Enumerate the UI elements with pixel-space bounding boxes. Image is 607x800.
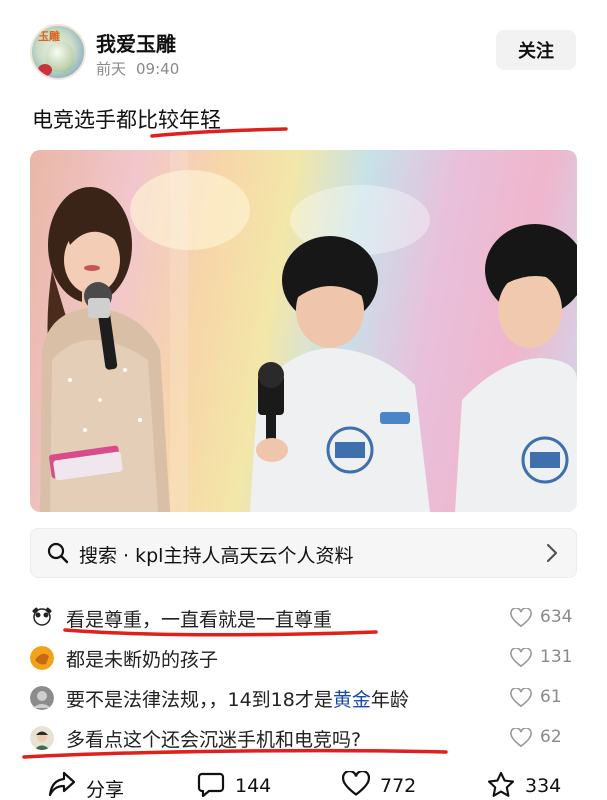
- comment-text: 都是未断奶的孩子: [66, 649, 219, 671]
- post-timestamp: 前天 09:40: [96, 58, 189, 79]
- highlighted-keyword[interactable]: 黄金: [333, 689, 371, 711]
- comment-button[interactable]: 144: [197, 771, 297, 800]
- heart-icon[interactable]: [510, 688, 532, 708]
- comment-underline-annotation: [22, 748, 448, 759]
- author-name[interactable]: 我爱玉雕: [96, 28, 176, 57]
- comment-item[interactable]: 都是未断奶的孩子 131: [30, 641, 577, 675]
- follow-button[interactable]: 关注: [496, 30, 576, 70]
- post-action-bar: 分享 144 772 334: [0, 765, 607, 800]
- like-count: 772: [380, 775, 417, 797]
- search-icon: [47, 542, 69, 564]
- favorite-count: 334: [525, 775, 562, 797]
- comment-item[interactable]: 要不是法律法规，，14到18才是黄金年龄 61: [30, 681, 577, 715]
- commenter-avatar[interactable]: [30, 646, 54, 670]
- post-header: 玉雕 我爱玉雕 前天 09:40 关注: [0, 0, 607, 95]
- commenter-avatar[interactable]: [30, 606, 54, 630]
- comment-text: 要不是法律法规，，14到18才是黄金年龄: [66, 689, 409, 711]
- comment-icon: [197, 772, 225, 797]
- comment-like-count: 62: [540, 727, 562, 747]
- share-label: 分享: [86, 779, 125, 800]
- post-date: 前天: [96, 60, 127, 78]
- heart-icon: [342, 771, 370, 796]
- star-icon: [487, 771, 515, 797]
- photo-illustration: [40, 150, 577, 512]
- comment-like-count: 61: [540, 687, 562, 707]
- share-icon: [48, 771, 76, 797]
- heart-icon[interactable]: [510, 608, 532, 628]
- share-button[interactable]: 分享: [48, 771, 148, 800]
- author-avatar[interactable]: 玉雕: [30, 24, 86, 80]
- comment-underline-annotation: [63, 628, 378, 637]
- comment-count: 144: [235, 775, 272, 797]
- like-button[interactable]: 772: [342, 771, 442, 800]
- title-underline-annotation: [150, 127, 288, 138]
- favorite-button[interactable]: 334: [487, 771, 587, 800]
- related-search-text: 搜索 · kpl主持人高天云个人资料: [79, 545, 354, 567]
- commenter-avatar[interactable]: [30, 686, 54, 710]
- heart-icon[interactable]: [510, 648, 532, 668]
- chevron-right-icon: [546, 543, 558, 563]
- heart-icon[interactable]: [510, 728, 532, 748]
- related-search-bar[interactable]: 搜索 · kpl主持人高天云个人资料: [30, 528, 577, 578]
- post-photo[interactable]: [30, 150, 577, 512]
- post-time: 09:40: [136, 60, 180, 78]
- comment-like-count: 131: [540, 647, 573, 667]
- comment-like-count: 634: [540, 607, 573, 627]
